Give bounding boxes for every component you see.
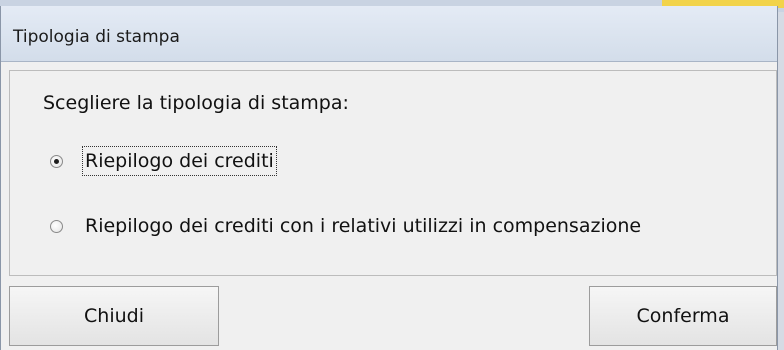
print-type-group: Scegliere la tipologia di stampa: Riepil… [9,70,777,276]
dialog-title: Tipologia di stampa [13,27,180,47]
option-credit-summary-with-usage-label[interactable]: Riepilogo dei crediti con i relativi uti… [83,212,643,240]
option-credit-summary-label[interactable]: Riepilogo dei crediti [82,146,277,176]
radio-selected-dot [54,158,59,164]
radio-button-checked[interactable] [50,154,63,168]
prompt-label: Scegliere la tipologia di stampa: [43,92,349,114]
close-button[interactable]: Chiudi [9,286,219,346]
dialog-titlebar[interactable]: Tipologia di stampa [1,6,777,62]
radio-button-unchecked[interactable] [50,219,63,233]
option-credit-summary-with-usage[interactable]: Riepilogo dei crediti con i relativi uti… [50,209,643,243]
option-credit-summary[interactable]: Riepilogo dei crediti [50,144,277,178]
print-type-dialog: Tipologia di stampa Scegliere la tipolog… [0,6,778,350]
confirm-button[interactable]: Conferma [589,286,777,346]
